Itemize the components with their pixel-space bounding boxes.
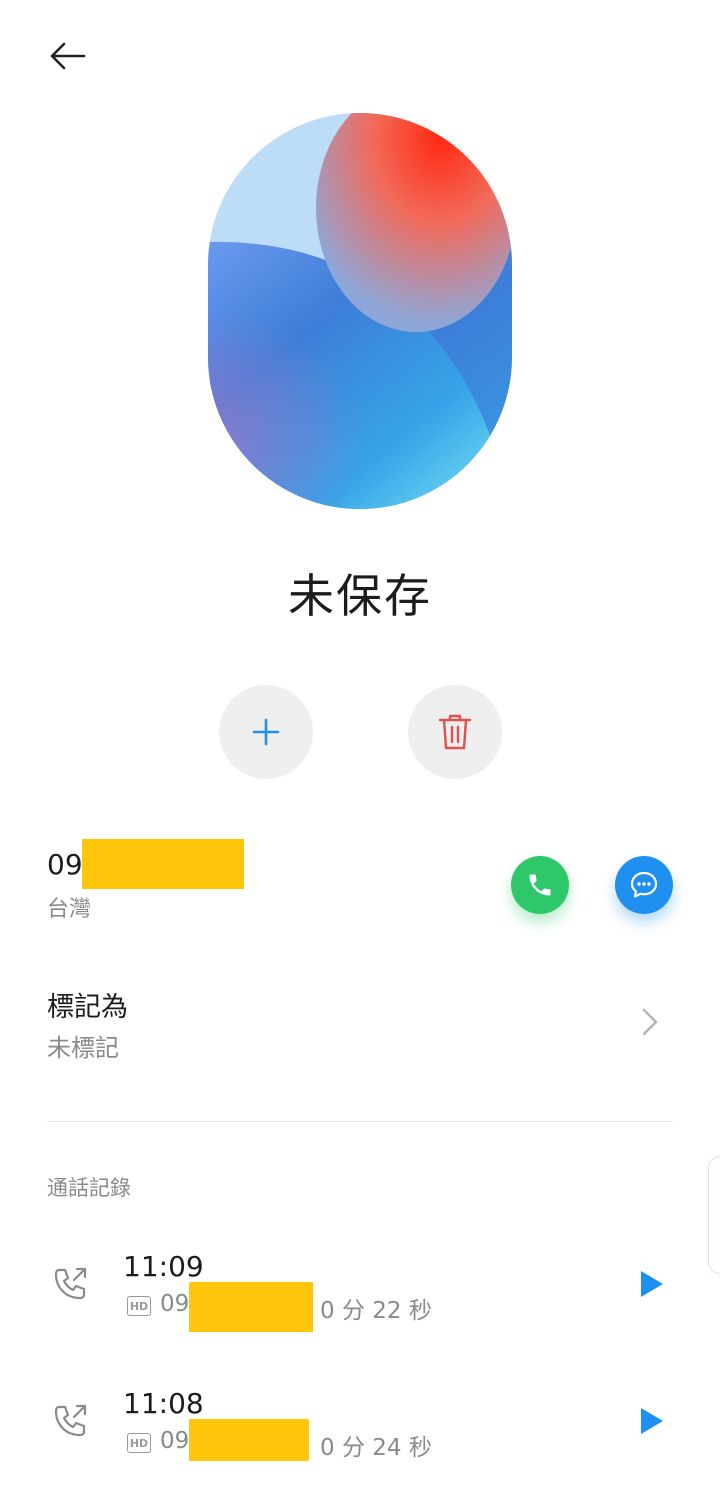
back-button[interactable] — [40, 30, 96, 82]
delete-button[interactable] — [408, 685, 502, 779]
phone-region: 台灣 — [47, 897, 92, 922]
play-recording-button[interactable] — [638, 1268, 666, 1300]
add-contact-button[interactable] — [219, 685, 313, 779]
avatar — [208, 113, 512, 509]
outgoing-call-icon — [54, 1267, 87, 1300]
outgoing-call-icon — [54, 1404, 87, 1437]
call-log-label: 通話記錄 — [47, 1176, 131, 1200]
call-number: 09 — [160, 1428, 190, 1454]
chevron-right-icon — [642, 1008, 658, 1036]
play-recording-button[interactable] — [638, 1405, 666, 1437]
mark-as-title: 標記為 — [47, 992, 128, 1023]
arrow-left-icon — [50, 42, 86, 70]
call-number: 09 — [160, 1291, 190, 1317]
side-edge-handle[interactable] — [708, 1156, 720, 1274]
message-icon — [630, 871, 658, 898]
divider — [47, 1121, 673, 1122]
phone-number: 09 — [47, 848, 83, 881]
redaction-block — [82, 839, 244, 889]
call-time: 11:09 — [123, 1250, 204, 1283]
contact-name: 未保存 — [288, 569, 432, 623]
trash-icon — [438, 714, 472, 750]
call-duration: 0 分 22 秒 — [320, 1298, 432, 1324]
hd-badge: HD — [127, 1433, 151, 1453]
message-button[interactable] — [615, 856, 673, 914]
phone-icon — [529, 874, 551, 896]
call-button[interactable] — [511, 856, 569, 914]
hd-badge: HD — [127, 1296, 151, 1316]
call-duration: 0 分 24 秒 — [320, 1435, 432, 1461]
plus-icon — [252, 718, 280, 746]
redaction-block — [189, 1419, 309, 1461]
call-time: 11:08 — [123, 1387, 204, 1420]
mark-as-value: 未標記 — [47, 1034, 119, 1062]
redaction-block — [189, 1282, 313, 1332]
